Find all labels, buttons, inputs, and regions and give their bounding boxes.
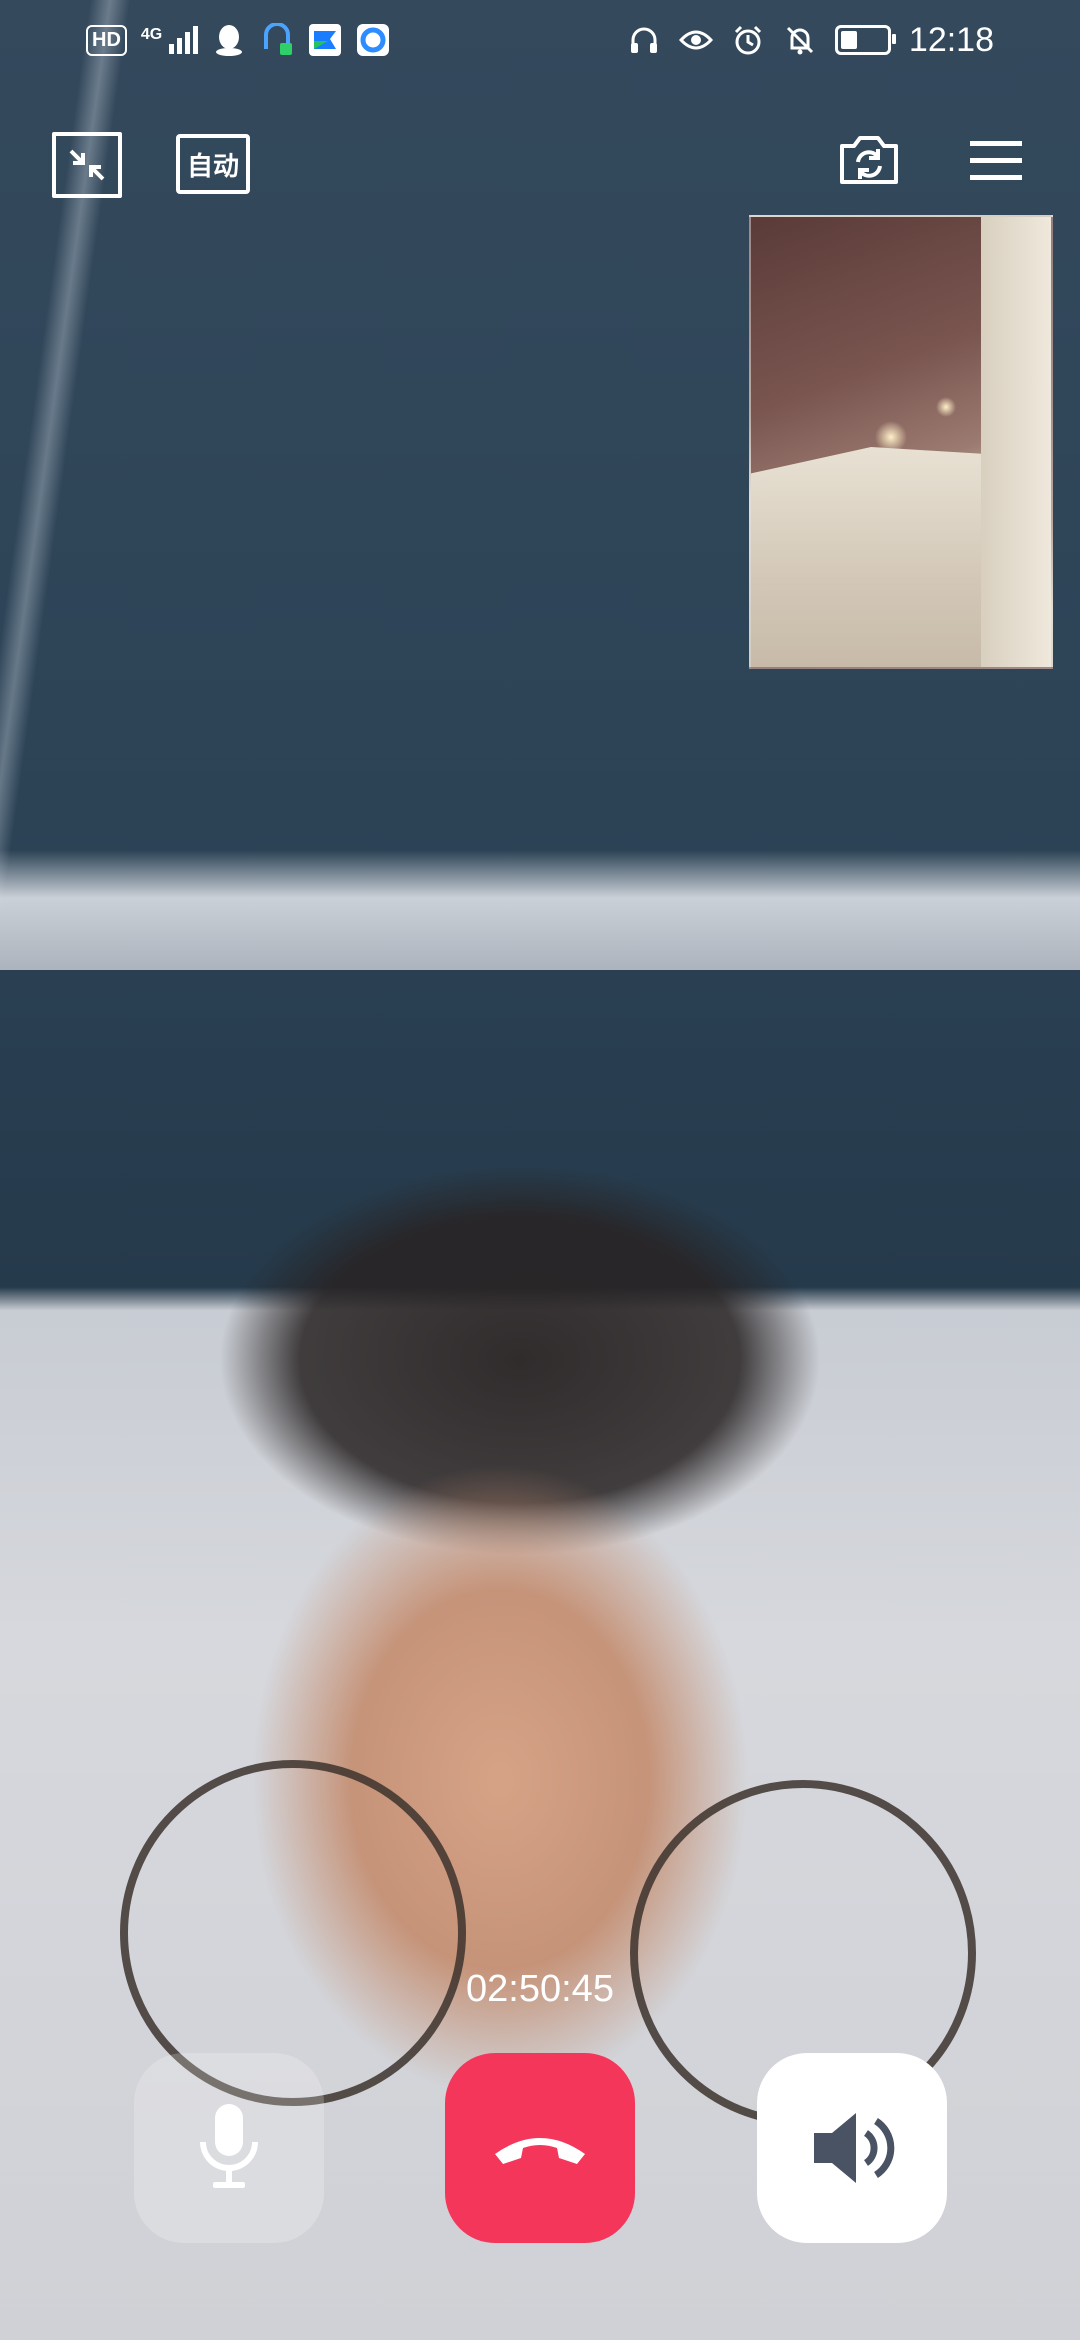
flag-app-icon	[308, 23, 342, 57]
network-type-label: 4G	[140, 26, 163, 43]
background-wall	[0, 850, 1080, 970]
local-preview-curtain-side	[981, 217, 1051, 667]
end-call-icon	[495, 2138, 585, 2164]
menu-button[interactable]	[968, 136, 1024, 186]
status-bar-right: 12:18	[627, 21, 994, 60]
minimize-arrows-icon	[69, 149, 105, 181]
hang-up-button[interactable]	[445, 2053, 635, 2243]
speaker-icon	[814, 2113, 895, 2183]
status-bar: HD 4G 12:18	[0, 0, 1080, 80]
mute-microphone-button[interactable]	[134, 2053, 324, 2243]
battery-icon	[834, 25, 896, 55]
eye-icon	[678, 23, 713, 57]
auto-button[interactable]: 自动	[176, 134, 250, 194]
switch-camera-button[interactable]	[836, 132, 902, 188]
4g-signal-icon: 4G	[140, 26, 199, 54]
status-bar-left: HD 4G	[86, 23, 390, 57]
qq-icon	[212, 23, 246, 57]
vpn-icon	[260, 23, 294, 57]
local-video-preview[interactable]	[749, 215, 1053, 669]
minimize-call-button[interactable]	[52, 132, 122, 198]
camera-switch-icon	[840, 136, 898, 184]
hd-icon: HD	[86, 24, 127, 56]
status-time: 12:18	[908, 20, 994, 59]
auto-label: 自动	[186, 150, 239, 181]
browser-icon	[356, 23, 390, 57]
microphone-icon	[200, 2104, 258, 2188]
alarm-icon	[731, 23, 765, 57]
hamburger-menu-icon	[970, 141, 1022, 180]
mute-bell-icon	[783, 23, 817, 57]
speaker-button[interactable]	[757, 2053, 947, 2243]
headphones-icon	[627, 23, 661, 57]
call-duration: 02:50:45	[466, 1968, 614, 2010]
